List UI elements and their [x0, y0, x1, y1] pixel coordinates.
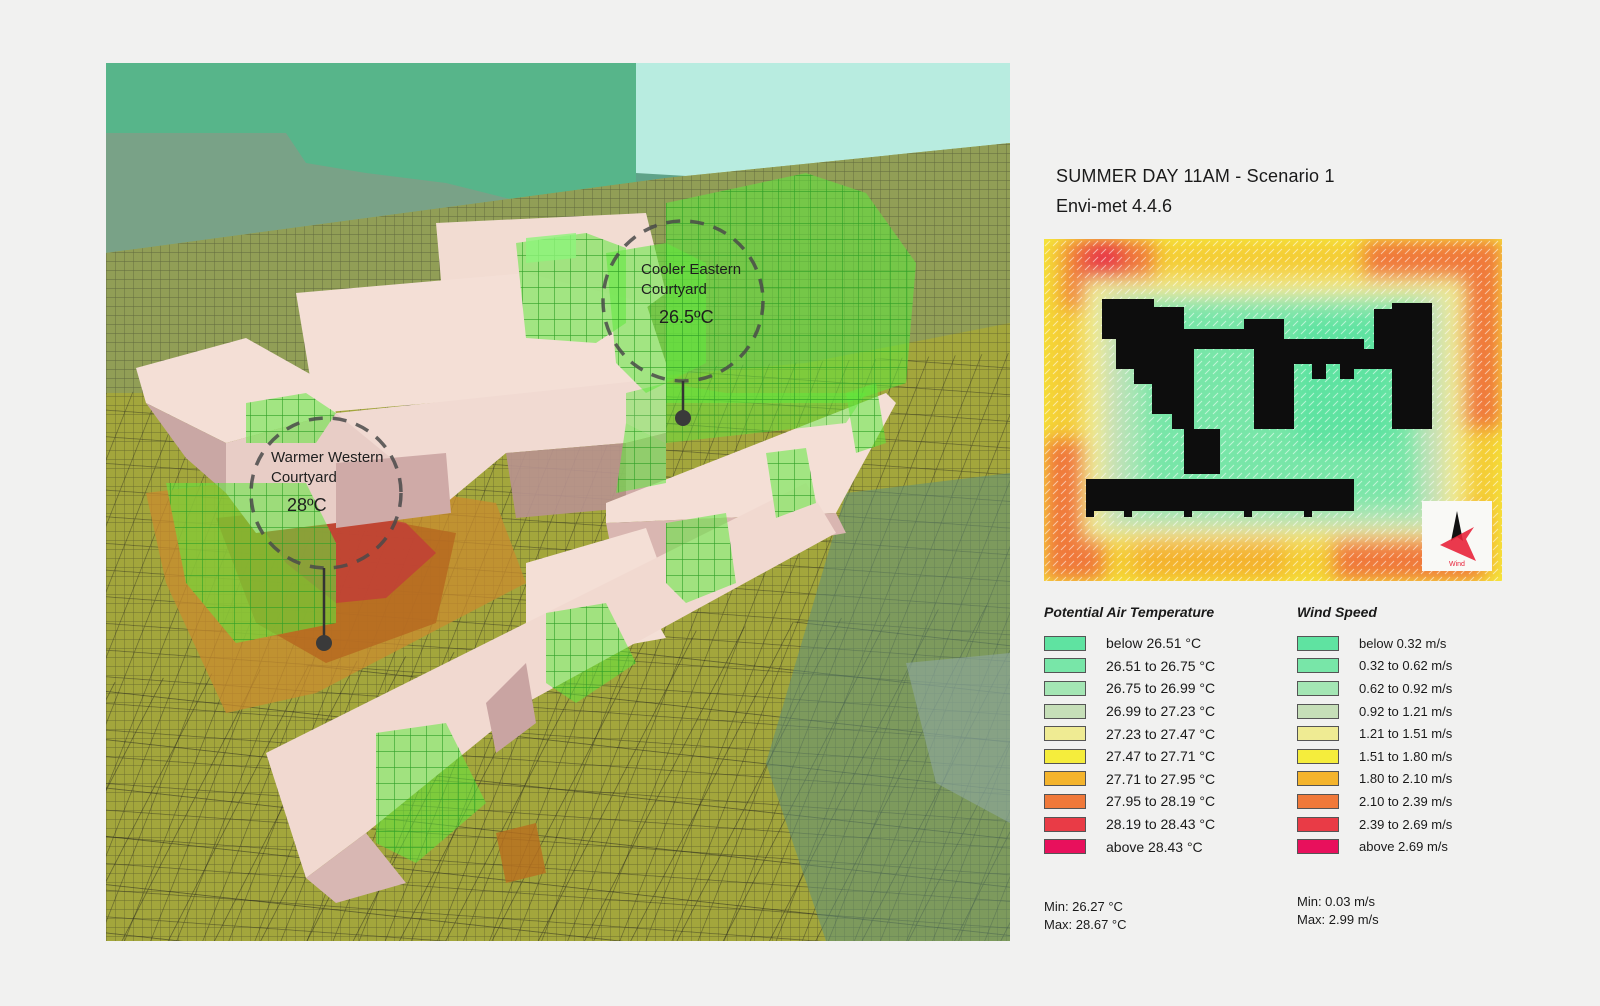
legend-label: 27.95 to 28.19 °C — [1106, 793, 1216, 810]
legend-label: 0.32 to 0.62 m/s — [1359, 658, 1453, 674]
legend-label: 2.10 to 2.39 m/s — [1359, 793, 1453, 809]
legend-label: 2.39 to 2.69 m/s — [1359, 816, 1453, 832]
3d-scene-svg — [106, 63, 1010, 941]
legend-swatch — [1297, 839, 1339, 855]
plan-map-svg: Wind — [1044, 239, 1502, 581]
wind-minmax: Min: 0.03 m/s Max: 2.99 m/s — [1297, 893, 1379, 929]
cool-courtyard-label: Cooler Eastern Courtyard 26.5ºC — [641, 260, 741, 329]
legend-row: 1.21 to 1.51 m/s — [1297, 722, 1452, 745]
temperature-minmax: Min: 26.27 °C Max: 28.67 °C — [1044, 898, 1127, 934]
legend-row: 26.51 to 26.75 °C — [1044, 655, 1215, 678]
legend-swatch — [1297, 703, 1339, 719]
legend-row: above 2.69 m/s — [1297, 835, 1452, 858]
wind-direction-icon: Wind — [1422, 501, 1492, 571]
legend-swatch — [1297, 771, 1339, 787]
legend-row: 0.92 to 1.21 m/s — [1297, 700, 1452, 723]
legend-swatch — [1044, 703, 1086, 719]
legend-label: below 26.51 °C — [1106, 635, 1202, 652]
legend-swatch — [1297, 726, 1339, 742]
legend-swatch — [1297, 748, 1339, 764]
legend-label: 28.19 to 28.43 °C — [1106, 816, 1216, 833]
warm-courtyard-line2: Courtyard — [271, 469, 337, 487]
legend-swatch — [1044, 726, 1086, 742]
legend-swatch — [1044, 748, 1086, 764]
legend-label: 27.23 to 27.47 °C — [1106, 725, 1216, 742]
legend-row: 2.10 to 2.39 m/s — [1297, 790, 1452, 813]
legend-swatch — [1297, 658, 1339, 674]
3d-scene-view: Warmer Western Courtyard 28ºC Cooler Eas… — [106, 63, 1010, 941]
legend-label: 0.92 to 1.21 m/s — [1359, 703, 1453, 719]
warm-courtyard-line1: Warmer Western — [271, 449, 384, 466]
legend-row: 2.39 to 2.69 m/s — [1297, 813, 1452, 836]
plan-view-map: Wind — [1044, 239, 1502, 581]
temperature-legend: Potential Air Temperature below 26.51 °C… — [1044, 604, 1215, 858]
wind-icon-label: Wind — [1449, 561, 1465, 568]
legend-label: above 28.43 °C — [1106, 838, 1203, 855]
legend-swatch — [1044, 839, 1086, 855]
wind-max: Max: 2.99 m/s — [1297, 912, 1379, 927]
legend-swatch — [1044, 680, 1086, 696]
legend-swatch — [1044, 771, 1086, 787]
cool-courtyard-line2: Courtyard — [641, 281, 707, 299]
temperature-min: Min: 26.27 °C — [1044, 899, 1123, 914]
legend-swatch — [1044, 793, 1086, 809]
legend-row: 28.19 to 28.43 °C — [1044, 813, 1215, 836]
legend-row: 26.75 to 26.99 °C — [1044, 677, 1215, 700]
legend-row: 27.71 to 27.95 °C — [1044, 768, 1215, 791]
legend-swatch — [1044, 635, 1086, 651]
temperature-legend-title: Potential Air Temperature — [1044, 604, 1215, 620]
legend-label: 0.62 to 0.92 m/s — [1359, 680, 1453, 696]
legend-row: 26.99 to 27.23 °C — [1044, 700, 1215, 723]
legend-swatch — [1044, 658, 1086, 674]
legend-label: below 0.32 m/s — [1359, 635, 1447, 651]
legend-row: 0.32 to 0.62 m/s — [1297, 655, 1452, 678]
warm-courtyard-value: 28ºC — [287, 494, 327, 515]
legend-swatch — [1297, 816, 1339, 832]
wind-legend: Wind Speed below 0.32 m/s 0.32 to 0.62 m/… — [1297, 604, 1452, 858]
legend-label: 26.51 to 26.75 °C — [1106, 657, 1216, 674]
cool-courtyard-value: 26.5ºC — [659, 306, 714, 327]
legend-label: 26.75 to 26.99 °C — [1106, 680, 1216, 697]
legend-swatch — [1297, 680, 1339, 696]
legend-row: below 0.32 m/s — [1297, 632, 1452, 655]
legend-row: below 26.51 °C — [1044, 632, 1215, 655]
legend-row: 1.80 to 2.10 m/s — [1297, 768, 1452, 791]
warm-courtyard-label: Warmer Western Courtyard 28ºC — [271, 448, 384, 517]
legend-swatch — [1297, 793, 1339, 809]
legend-label: above 2.69 m/s — [1359, 839, 1448, 855]
legend-row: 1.51 to 1.80 m/s — [1297, 745, 1452, 768]
cool-courtyard-line1: Cooler Eastern — [641, 261, 742, 278]
legend-row: 27.47 to 27.71 °C — [1044, 745, 1215, 768]
legend-label: 1.51 to 1.80 m/s — [1359, 748, 1453, 764]
legend-label: 1.80 to 2.10 m/s — [1359, 771, 1453, 787]
legend-row: 27.23 to 27.47 °C — [1044, 722, 1215, 745]
wind-legend-title: Wind Speed — [1297, 604, 1377, 620]
legend-row: 27.95 to 28.19 °C — [1044, 790, 1215, 813]
legend-label: 1.21 to 1.51 m/s — [1359, 726, 1453, 742]
legend-swatch — [1044, 816, 1086, 832]
legend-label: 26.99 to 27.23 °C — [1106, 703, 1216, 720]
temperature-max: Max: 28.67 °C — [1044, 917, 1127, 932]
legend-row: above 28.43 °C — [1044, 835, 1215, 858]
software-version: Envi-met 4.4.6 — [1056, 196, 1173, 216]
legend-swatch — [1297, 635, 1339, 651]
scenario-title: SUMMER DAY 11AM - Scenario 1 — [1056, 166, 1335, 186]
legend-label: 27.47 to 27.71 °C — [1106, 748, 1216, 765]
legend-label: 27.71 to 27.95 °C — [1106, 770, 1216, 787]
legend-row: 0.62 to 0.92 m/s — [1297, 677, 1452, 700]
wind-min: Min: 0.03 m/s — [1297, 894, 1376, 909]
